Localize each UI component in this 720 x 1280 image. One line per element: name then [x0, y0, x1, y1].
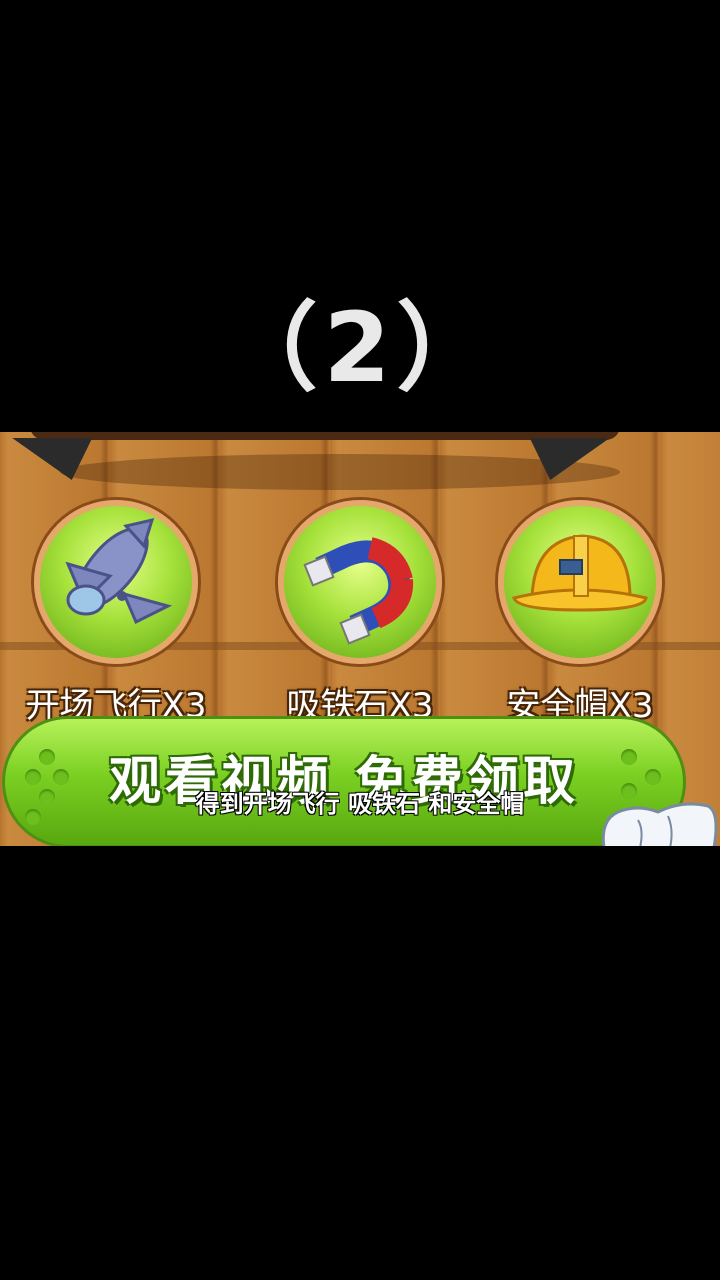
video-subtitle: 得到开场飞行 吸铁石 和安全帽 [195, 790, 525, 818]
airplane-icon [65, 517, 173, 625]
item-orb [498, 500, 662, 664]
item-orb [278, 500, 442, 664]
watch-video-claim-button[interactable]: 观看视频 免费领取 [2, 716, 686, 846]
magnet-icon [303, 537, 414, 645]
step-number-label: （2） [221, 292, 499, 404]
helmet-icon [512, 534, 648, 612]
reward-item-flight: 开场飞行X3 [16, 500, 216, 727]
reward-item-magnet: 吸铁石X3 [260, 500, 460, 727]
sign-leg-left [12, 438, 112, 480]
item-orb [34, 500, 198, 664]
reward-item-helmet: 安全帽X3 [480, 500, 680, 727]
